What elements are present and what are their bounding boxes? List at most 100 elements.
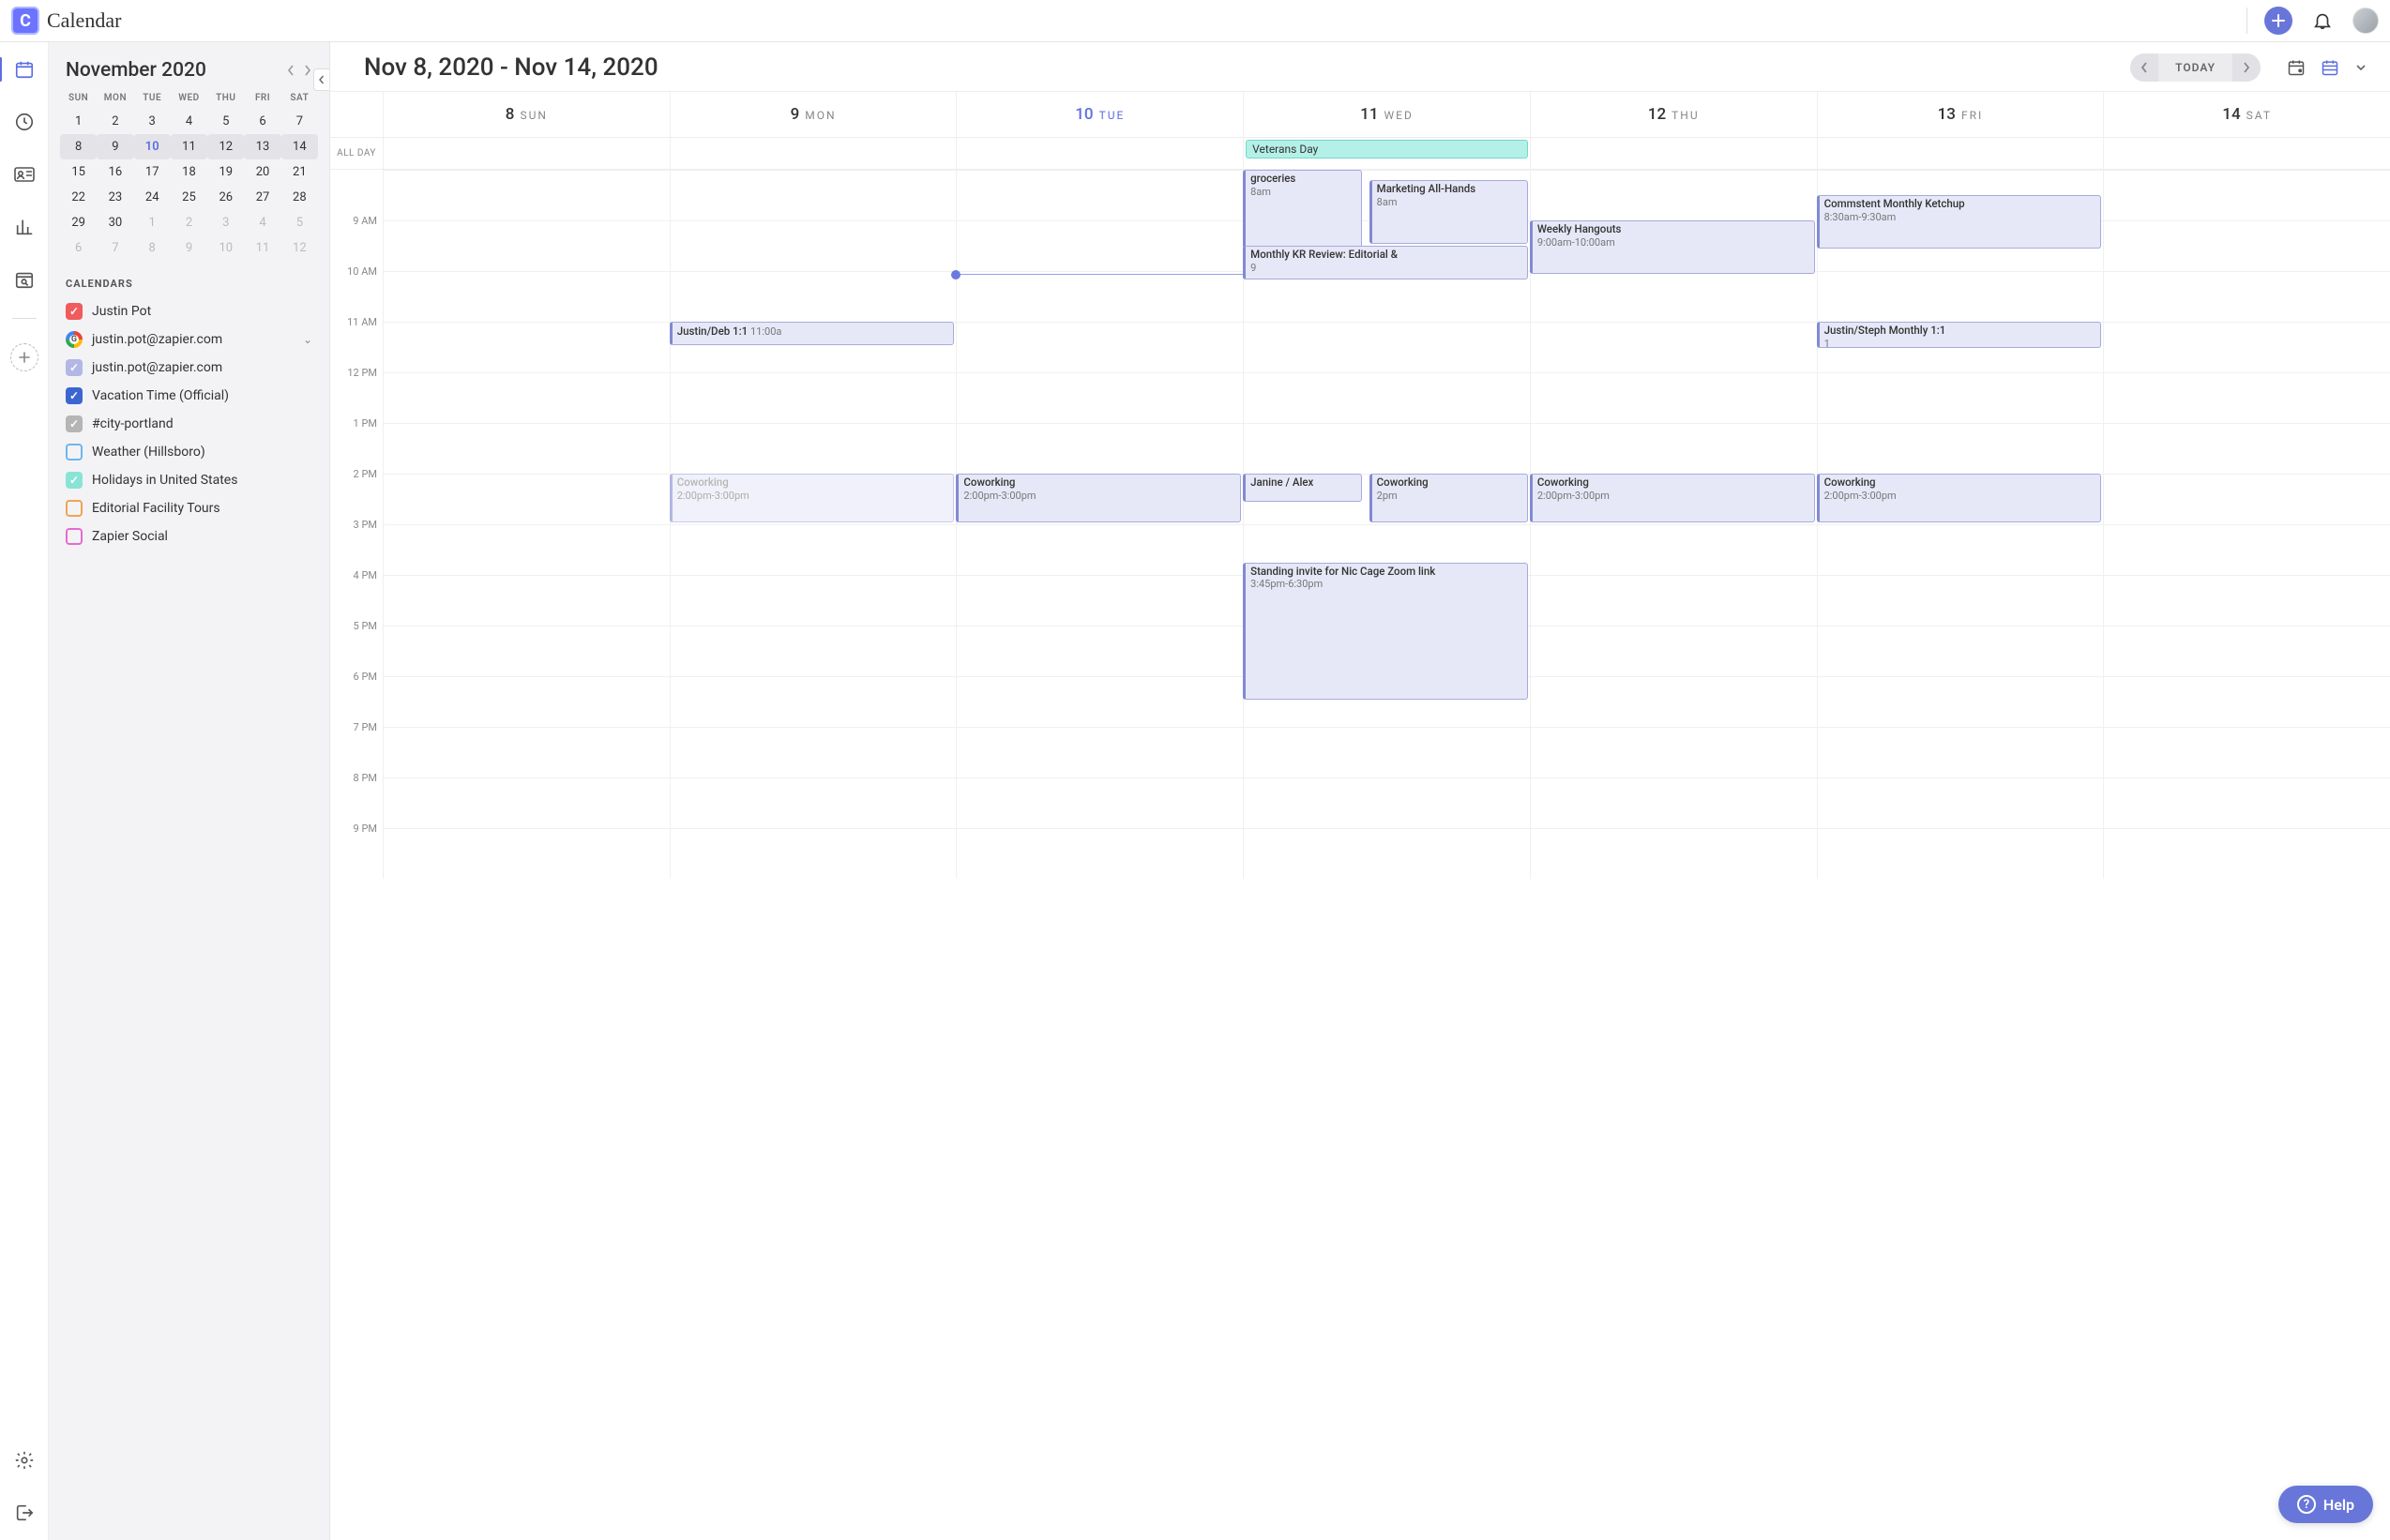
time-cell[interactable] xyxy=(1530,575,1817,626)
mini-calendar-day[interactable]: 7 xyxy=(97,235,133,261)
day-header[interactable]: 14SAT xyxy=(2103,92,2390,137)
calendar-event[interactable]: Coworking2pm xyxy=(1369,474,1528,522)
time-cell[interactable] xyxy=(956,423,1243,474)
notifications-button[interactable] xyxy=(2309,8,2336,34)
mini-calendar-day[interactable]: 27 xyxy=(244,185,280,210)
time-cell[interactable] xyxy=(383,170,670,220)
mini-calendar-day[interactable]: 18 xyxy=(171,159,207,185)
mini-calendar-day[interactable]: 1 xyxy=(60,109,97,134)
mini-calendar-day[interactable]: 15 xyxy=(60,159,97,185)
time-cell[interactable] xyxy=(383,676,670,727)
mini-calendar-day[interactable]: 8 xyxy=(60,134,97,159)
calendar-item[interactable]: Editorial Facility Tours xyxy=(58,494,320,522)
mini-calendar-day[interactable]: 29 xyxy=(60,210,97,235)
time-cell[interactable] xyxy=(956,322,1243,372)
time-cell[interactable] xyxy=(2103,220,2390,271)
mini-calendar-day[interactable]: 4 xyxy=(171,109,207,134)
mini-calendar-day[interactable]: 5 xyxy=(281,210,318,235)
time-cell[interactable] xyxy=(1530,828,1817,879)
nav-analytics[interactable] xyxy=(10,213,38,241)
time-cell[interactable] xyxy=(383,372,670,423)
time-cell[interactable] xyxy=(2103,676,2390,727)
time-cell[interactable] xyxy=(670,220,957,271)
calendar-event[interactable]: Commstent Monthly Ketchup8:30am-9:30am xyxy=(1817,195,2102,249)
allday-cell[interactable] xyxy=(2103,138,2390,169)
time-cell[interactable] xyxy=(1817,626,2104,676)
time-cell[interactable] xyxy=(956,778,1243,828)
time-grid[interactable]: 9 AM10 AM11 AM12 PM1 PM2 PM3 PM4 PM5 PM6… xyxy=(330,170,2390,879)
mini-calendar-day[interactable]: 17 xyxy=(134,159,171,185)
time-cell[interactable] xyxy=(1817,575,2104,626)
time-cell[interactable] xyxy=(956,626,1243,676)
time-cell[interactable] xyxy=(670,170,957,220)
calendar-checkbox[interactable]: ✓ xyxy=(66,359,83,376)
time-cell[interactable] xyxy=(2103,271,2390,322)
mini-calendar-day[interactable]: 1 xyxy=(134,210,171,235)
mini-calendar-day[interactable]: 24 xyxy=(134,185,171,210)
time-cell[interactable] xyxy=(670,271,957,322)
time-cell[interactable] xyxy=(956,676,1243,727)
time-cell[interactable] xyxy=(956,727,1243,778)
mini-calendar-day[interactable]: 3 xyxy=(134,109,171,134)
user-avatar[interactable] xyxy=(2352,8,2379,34)
time-cell[interactable] xyxy=(670,778,957,828)
calendar-event[interactable]: Monthly KR Review: Editorial &9 xyxy=(1243,246,1528,279)
time-cell[interactable] xyxy=(2103,828,2390,879)
time-cell[interactable] xyxy=(2103,575,2390,626)
view-dropdown-button[interactable] xyxy=(2354,61,2367,74)
mini-calendar-day[interactable]: 16 xyxy=(97,159,133,185)
time-cell[interactable] xyxy=(383,828,670,879)
time-cell[interactable] xyxy=(956,170,1243,220)
time-cell[interactable] xyxy=(1817,676,2104,727)
mini-calendar-day[interactable]: 2 xyxy=(97,109,133,134)
time-cell[interactable] xyxy=(383,474,670,524)
nav-contacts[interactable] xyxy=(10,160,38,189)
time-cell[interactable] xyxy=(383,271,670,322)
time-cell[interactable] xyxy=(1530,271,1817,322)
mini-calendar-day[interactable]: 28 xyxy=(281,185,318,210)
view-week-button[interactable] xyxy=(2321,58,2339,77)
calendar-checkbox[interactable]: ✓ xyxy=(66,303,83,320)
mini-calendar-day[interactable]: 9 xyxy=(171,235,207,261)
allday-cell[interactable] xyxy=(1530,138,1817,169)
day-header[interactable]: 12THU xyxy=(1530,92,1817,137)
time-cell[interactable] xyxy=(956,524,1243,575)
time-cell[interactable] xyxy=(383,423,670,474)
settings-button[interactable] xyxy=(10,1446,38,1474)
help-button[interactable]: ? Help xyxy=(2278,1486,2373,1523)
time-cell[interactable] xyxy=(670,524,957,575)
time-cell[interactable] xyxy=(1817,271,2104,322)
time-cell[interactable] xyxy=(2103,423,2390,474)
mini-calendar-day[interactable]: 26 xyxy=(207,185,244,210)
time-cell[interactable] xyxy=(956,575,1243,626)
calendar-item[interactable]: ✓#city-portland xyxy=(58,410,320,438)
time-cell[interactable] xyxy=(1530,524,1817,575)
time-cell[interactable] xyxy=(1530,778,1817,828)
calendar-item[interactable]: ✓Holidays in United States xyxy=(58,466,320,494)
day-header[interactable]: 10TUE xyxy=(956,92,1243,137)
calendar-event[interactable]: Coworking2:00pm-3:00pm xyxy=(1530,474,1815,522)
time-cell[interactable] xyxy=(670,626,957,676)
calendar-item[interactable]: Zapier Social xyxy=(58,522,320,551)
time-cell[interactable] xyxy=(1817,372,2104,423)
time-cell[interactable] xyxy=(383,322,670,372)
calendar-event[interactable]: Coworking2:00pm-3:00pm xyxy=(1817,474,2102,522)
time-cell[interactable] xyxy=(2103,626,2390,676)
time-cell[interactable] xyxy=(2103,727,2390,778)
mini-next-button[interactable] xyxy=(303,65,312,76)
mini-calendar-day[interactable]: 21 xyxy=(281,159,318,185)
mini-calendar-day[interactable]: 12 xyxy=(207,134,244,159)
time-cell[interactable] xyxy=(1530,372,1817,423)
today-button[interactable]: TODAY xyxy=(2158,61,2232,74)
time-cell[interactable] xyxy=(1530,626,1817,676)
day-header[interactable]: 13FRI xyxy=(1817,92,2104,137)
time-cell[interactable] xyxy=(383,778,670,828)
time-cell[interactable] xyxy=(383,220,670,271)
mini-calendar-day[interactable]: 19 xyxy=(207,159,244,185)
time-cell[interactable] xyxy=(1817,828,2104,879)
calendar-checkbox[interactable] xyxy=(66,528,83,545)
calendar-item[interactable]: ✓Vacation Time (Official) xyxy=(58,382,320,410)
mini-calendar-day[interactable]: 14 xyxy=(281,134,318,159)
mini-calendar-day[interactable]: 10 xyxy=(134,134,171,159)
calendar-event[interactable]: Weekly Hangouts9:00am-10:00am xyxy=(1530,220,1815,274)
